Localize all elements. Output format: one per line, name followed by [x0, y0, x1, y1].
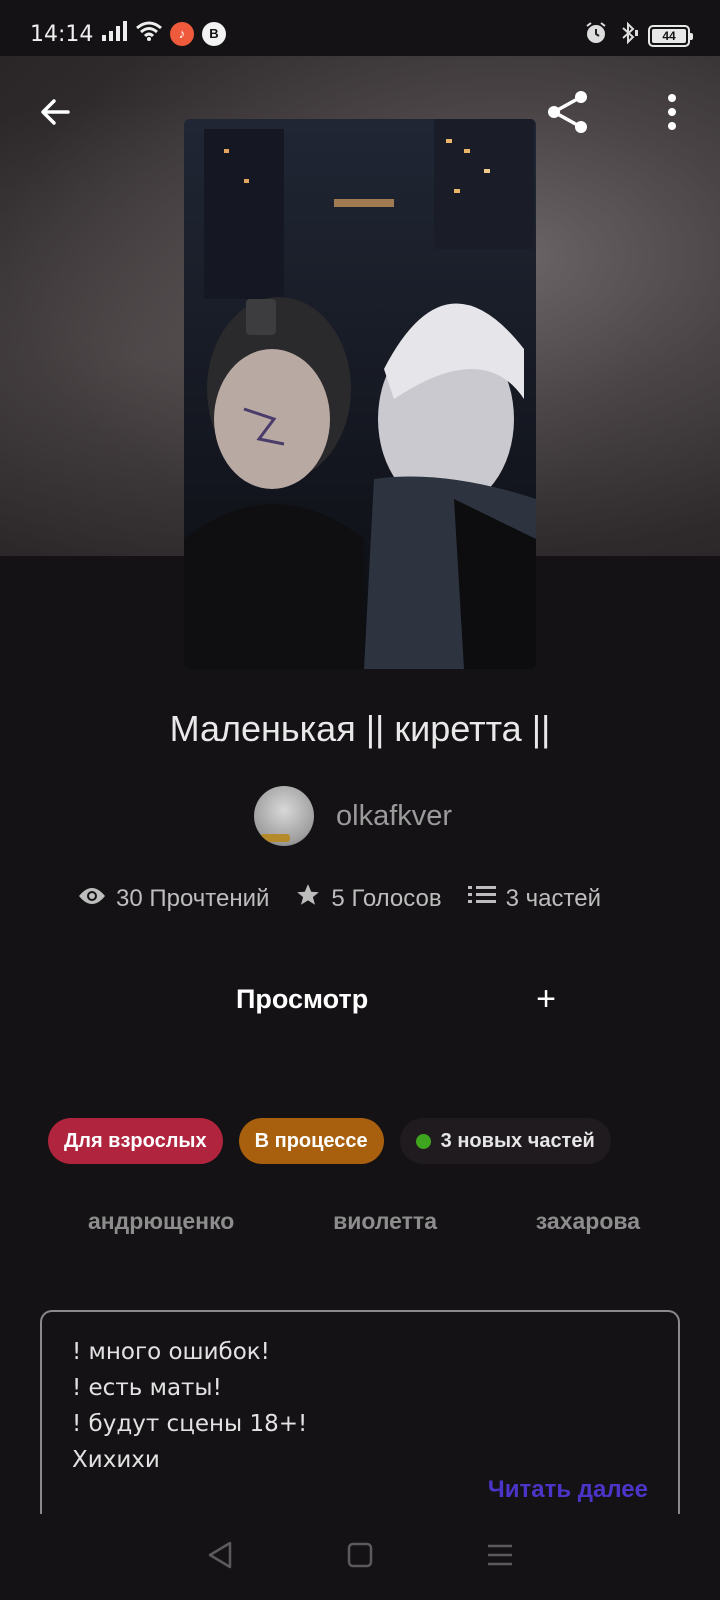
- battery-indicator: 44: [648, 24, 693, 47]
- system-navigation-bar: [0, 1514, 720, 1600]
- story-tags: Для взрослых В процессе 3 новых частей: [48, 1118, 611, 1164]
- status-time: 14:14: [30, 22, 94, 47]
- square-home-icon: [347, 1542, 373, 1573]
- story-actions: Просмотр +: [236, 974, 566, 1024]
- add-to-library-button[interactable]: +: [526, 982, 566, 1016]
- description-line: ! есть маты!: [72, 1375, 222, 1401]
- reads-stat: 30 Прочтений: [78, 885, 269, 913]
- author-link[interactable]: olkafkver: [254, 786, 452, 846]
- mature-tag: Для взрослых: [48, 1118, 223, 1164]
- wifi-icon: [136, 21, 162, 46]
- keyword-tag[interactable]: захарова: [536, 1208, 640, 1235]
- status-bar: 14:14 ♪ B 44: [0, 0, 720, 56]
- nav-back-button[interactable]: [200, 1537, 240, 1577]
- eye-icon: [78, 885, 106, 913]
- votes-count: 5 Голосов: [331, 884, 442, 912]
- share-icon: [544, 88, 592, 141]
- description-line: ! будут сцены 18+!: [72, 1411, 308, 1437]
- battery-level: 44: [652, 28, 686, 43]
- story-cover-image[interactable]: [184, 119, 536, 669]
- reads-count: 30 Прочтений: [116, 884, 270, 912]
- menu-lines-icon: [486, 1543, 514, 1572]
- parts-count: 3 частей: [505, 884, 601, 912]
- back-button[interactable]: [28, 86, 84, 142]
- music-app-icon: ♪: [170, 21, 194, 46]
- keyword-list: андрющенко виолетта захарова: [88, 1208, 640, 1235]
- star-icon: [295, 882, 321, 915]
- app-b-icon: B: [202, 21, 226, 46]
- triangle-back-icon: [206, 1540, 234, 1575]
- description-line: Хихихи: [72, 1447, 160, 1473]
- keyword-tag[interactable]: виолетта: [333, 1208, 437, 1235]
- alarm-icon: [584, 21, 608, 50]
- list-icon: [467, 884, 496, 913]
- new-parts-label: 3 новых частей: [440, 1129, 595, 1152]
- share-button[interactable]: [540, 86, 596, 142]
- story-description: ! много ошибок! ! есть маты! ! будут сце…: [40, 1310, 680, 1524]
- more-options-button[interactable]: [644, 86, 700, 142]
- keyword-tag[interactable]: андрющенко: [88, 1208, 234, 1235]
- author-avatar[interactable]: [254, 786, 314, 846]
- nav-home-button[interactable]: [340, 1537, 380, 1577]
- nav-menu-button[interactable]: [480, 1537, 520, 1577]
- story-stats: 30 Прочтений 5 Голосов 3 частей: [78, 882, 627, 915]
- description-line: ! много ошибок!: [72, 1339, 270, 1365]
- author-name[interactable]: olkafkver: [336, 800, 452, 833]
- signal-icon: [102, 21, 128, 46]
- bluetooth-icon: [616, 21, 640, 50]
- story-title: Маленькая || киретта ||: [169, 708, 551, 749]
- view-button[interactable]: Просмотр: [236, 984, 368, 1015]
- parts-stat[interactable]: 3 частей: [467, 884, 601, 913]
- read-more-link[interactable]: Читать далее: [488, 1476, 648, 1504]
- votes-stat: 5 Голосов: [295, 882, 442, 915]
- more-vertical-icon: [666, 93, 678, 135]
- new-dot-icon: [415, 1133, 431, 1149]
- in-progress-tag: В процессе: [238, 1118, 384, 1164]
- arrow-left-icon: [38, 94, 74, 135]
- new-parts-tag: 3 новых частей: [399, 1118, 611, 1164]
